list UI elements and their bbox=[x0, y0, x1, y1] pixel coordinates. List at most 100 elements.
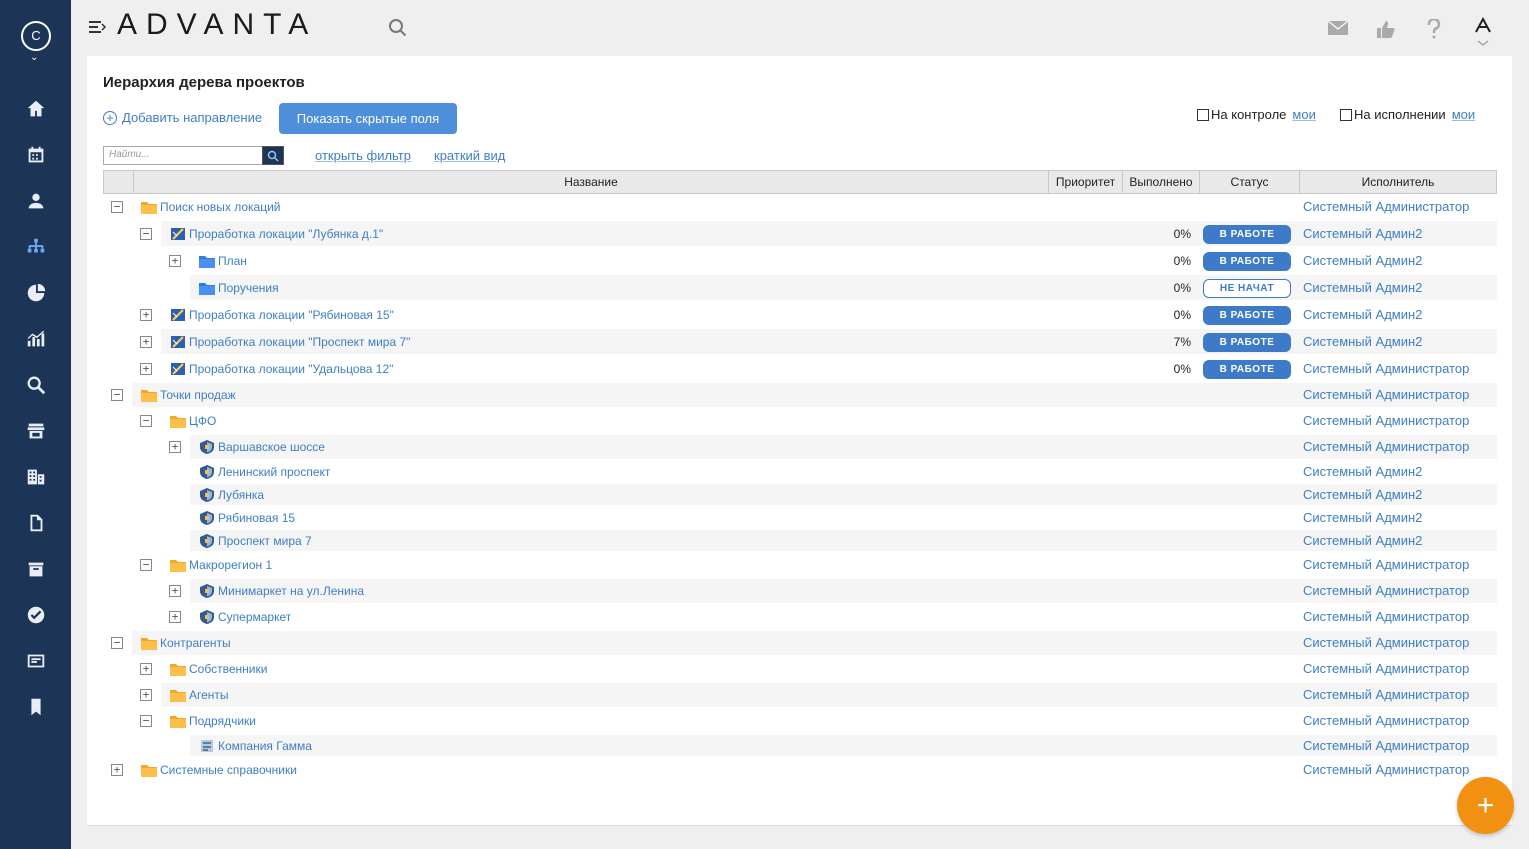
calendar-icon[interactable] bbox=[25, 144, 47, 166]
collapse-icon[interactable]: − bbox=[140, 559, 152, 571]
owner-link[interactable]: Системный Администратор bbox=[1303, 199, 1469, 215]
tree-item-name[interactable]: Лубянка bbox=[218, 487, 264, 503]
expand-icon[interactable]: + bbox=[169, 441, 181, 453]
tree-item-name[interactable]: Проработка локации "Проспект мира 7" bbox=[189, 334, 410, 350]
user-avatar[interactable]: С bbox=[21, 21, 51, 51]
owner-link[interactable]: Системный Админ2 bbox=[1303, 533, 1422, 549]
tree-row[interactable]: + Варшавское шоссе Системный Администратор bbox=[103, 434, 1497, 460]
expand-icon[interactable]: + bbox=[140, 689, 152, 701]
tree-row[interactable]: Ленинский проспект Системный Админ2 bbox=[103, 460, 1497, 483]
tree-item-name[interactable]: Варшавское шоссе bbox=[218, 439, 325, 455]
expand-icon[interactable]: + bbox=[169, 611, 181, 623]
search-button[interactable] bbox=[262, 146, 284, 165]
tree-item-name[interactable]: Собственники bbox=[189, 661, 267, 677]
owner-link[interactable]: Системный Администратор bbox=[1303, 439, 1469, 455]
tree-item-name[interactable]: Поручения bbox=[218, 280, 279, 296]
tree-row[interactable]: + Проработка локации "Проспект мира 7" 7% В… bbox=[103, 328, 1497, 355]
short-view-link[interactable]: краткий вид bbox=[434, 148, 505, 163]
tree-item-name[interactable]: Точки продаж bbox=[160, 387, 236, 403]
header-priority[interactable]: Приоритет bbox=[1048, 171, 1122, 193]
status-badge[interactable]: В РАБОТЕ bbox=[1203, 305, 1291, 325]
tree-row[interactable]: + Системные справочники Системный Админист… bbox=[103, 757, 1497, 783]
header-done[interactable]: Выполнено bbox=[1122, 171, 1199, 193]
archive-icon[interactable] bbox=[25, 558, 47, 580]
home-icon[interactable] bbox=[25, 98, 47, 120]
tree-item-name[interactable]: Макрорегион 1 bbox=[189, 557, 272, 573]
chevron-down-icon[interactable]: ⌄ bbox=[30, 52, 38, 63]
expand-icon[interactable]: + bbox=[140, 308, 152, 321]
news-icon[interactable] bbox=[25, 650, 47, 672]
tree-row[interactable]: Поручения 0% НЕ НАЧАТ Системный Админ2 bbox=[103, 274, 1497, 301]
tree-item-name[interactable]: Проработка локации "Удальцова 12" bbox=[189, 361, 393, 377]
owner-link[interactable]: Системный Админ2 bbox=[1303, 487, 1422, 503]
expand-icon[interactable]: + bbox=[169, 585, 181, 597]
tree-item-name[interactable]: Агенты bbox=[189, 687, 229, 703]
collapse-icon[interactable]: − bbox=[140, 415, 152, 427]
on-execution-mine-link[interactable]: мои bbox=[1452, 107, 1475, 122]
tree-row[interactable]: − Макрорегион 1 Системный Администратор bbox=[103, 552, 1497, 578]
owner-link[interactable]: Системный Админ2 bbox=[1303, 510, 1422, 526]
store-icon[interactable] bbox=[25, 420, 47, 442]
pie-chart-icon[interactable] bbox=[25, 282, 47, 304]
owner-link[interactable]: Системный Администратор bbox=[1303, 557, 1469, 573]
header-name[interactable]: Название bbox=[133, 171, 1048, 193]
owner-link[interactable]: Системный Администратор bbox=[1303, 762, 1469, 778]
tree-row[interactable]: + Минимаркет на ул.Ленина Системный Админи… bbox=[103, 578, 1497, 604]
owner-link[interactable]: Системный Администратор bbox=[1303, 687, 1469, 703]
buildings-icon[interactable] bbox=[25, 466, 47, 488]
owner-link[interactable]: Системный Админ2 bbox=[1303, 334, 1422, 350]
tree-item-name[interactable]: Поиск новых локаций bbox=[160, 199, 281, 215]
tree-item-name[interactable]: Системные справочники bbox=[160, 762, 297, 778]
owner-link[interactable]: Системный Администратор bbox=[1303, 661, 1469, 677]
thumbs-up-icon[interactable] bbox=[1376, 19, 1396, 42]
expand-icon[interactable]: + bbox=[111, 764, 123, 776]
search-icon[interactable] bbox=[388, 18, 408, 41]
collapse-icon[interactable]: − bbox=[111, 389, 123, 401]
owner-link[interactable]: Системный Админ2 bbox=[1303, 280, 1422, 296]
expand-icon[interactable]: + bbox=[169, 254, 181, 267]
brand-logo[interactable]: ADVANTA bbox=[117, 8, 317, 42]
tree-row[interactable]: + Супермаркет Системный Администратор bbox=[103, 604, 1497, 630]
tree-row[interactable]: + Проработка локации "Рябиновая 15" 0% В РА… bbox=[103, 301, 1497, 328]
help-icon[interactable] bbox=[1427, 17, 1441, 42]
tree-row[interactable]: − Поиск новых локаций Системный Администра… bbox=[103, 194, 1497, 220]
header-status[interactable]: Статус bbox=[1199, 171, 1299, 193]
owner-link[interactable]: Системный Админ2 bbox=[1303, 226, 1422, 242]
on-control-checkbox[interactable] bbox=[1197, 108, 1209, 121]
status-badge[interactable]: В РАБОТЕ bbox=[1203, 251, 1291, 271]
users-icon[interactable] bbox=[25, 190, 47, 212]
tree-item-name[interactable]: Проработка локации "Рябиновая 15" bbox=[189, 307, 394, 323]
menu-toggle-icon[interactable] bbox=[89, 20, 107, 37]
tree-row[interactable]: − Точки продаж Системный Администратор bbox=[103, 382, 1497, 408]
status-badge[interactable]: В РАБОТЕ bbox=[1203, 332, 1291, 352]
header-owner[interactable]: Исполнитель bbox=[1299, 171, 1496, 193]
tree-search-input[interactable]: Найти... bbox=[103, 146, 263, 165]
tree-row[interactable]: + Собственники Системный Администратор bbox=[103, 656, 1497, 682]
hierarchy-icon[interactable] bbox=[25, 236, 47, 258]
bookmark-icon[interactable] bbox=[25, 696, 47, 718]
tree-item-name[interactable]: Компания Гамма bbox=[218, 738, 312, 754]
show-hidden-fields-button[interactable]: Показать скрытые поля bbox=[279, 103, 457, 134]
analytics-icon[interactable] bbox=[25, 328, 47, 350]
tree-item-name[interactable]: Проспект мира 7 bbox=[218, 533, 312, 549]
owner-link[interactable]: Системный Администратор bbox=[1303, 635, 1469, 651]
user-menu-icon[interactable] bbox=[1472, 16, 1494, 51]
tree-row[interactable]: Лубянка Системный Админ2 bbox=[103, 483, 1497, 506]
tree-item-name[interactable]: Контрагенты bbox=[160, 635, 231, 651]
tree-row[interactable]: + План 0% В РАБОТЕ Системный Админ2 bbox=[103, 247, 1497, 274]
check-circle-icon[interactable] bbox=[25, 604, 47, 626]
add-direction-button[interactable]: + Добавить направление bbox=[103, 110, 262, 125]
owner-link[interactable]: Системный Администратор bbox=[1303, 609, 1469, 625]
status-badge[interactable]: В РАБОТЕ bbox=[1203, 224, 1291, 244]
tree-row[interactable]: − Контрагенты Системный Администратор bbox=[103, 630, 1497, 656]
tree-row[interactable]: Проспект мира 7 Системный Админ2 bbox=[103, 529, 1497, 552]
owner-link[interactable]: Системный Администратор bbox=[1303, 738, 1469, 754]
collapse-icon[interactable]: − bbox=[111, 637, 123, 649]
tree-row[interactable]: + Агенты Системный Администратор bbox=[103, 682, 1497, 708]
on-execution-checkbox[interactable] bbox=[1340, 108, 1352, 121]
search-icon[interactable] bbox=[25, 374, 47, 396]
mail-icon[interactable] bbox=[1327, 19, 1349, 40]
add-fab-button[interactable]: + bbox=[1457, 777, 1514, 834]
on-control-mine-link[interactable]: мои bbox=[1292, 107, 1315, 122]
tree-item-name[interactable]: Супермаркет bbox=[218, 609, 291, 625]
